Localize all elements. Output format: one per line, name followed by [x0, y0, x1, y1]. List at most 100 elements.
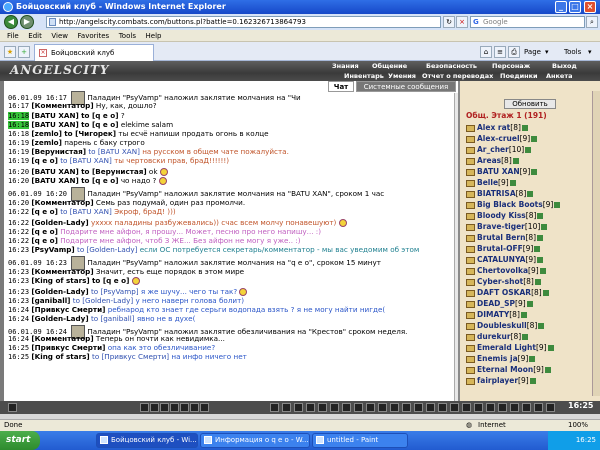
toolbar-action-icon[interactable] [306, 403, 315, 412]
message-time[interactable]: 16:22 [8, 228, 29, 236]
nav-exit[interactable]: Выход [552, 62, 577, 70]
task-ie-combats[interactable]: Бойцовский клуб - Wi... [96, 433, 198, 448]
player-name[interactable]: Areas [477, 156, 501, 165]
info-icon[interactable] [522, 334, 529, 340]
toolbar-action-icon[interactable] [474, 403, 483, 412]
message-time[interactable]: 16:17 [8, 102, 29, 110]
back-button[interactable]: ◀ [4, 15, 18, 29]
player-name[interactable]: Belle [477, 178, 498, 187]
info-icon[interactable] [539, 268, 546, 274]
toolbar-action-icon[interactable] [170, 403, 179, 412]
toolbar-action-icon[interactable] [160, 403, 169, 412]
message-recipient[interactable]: to [BATU XAN] [88, 147, 140, 156]
message-time[interactable]: 06.01.09 16:20 [8, 190, 67, 198]
player-name[interactable]: DIMATY [477, 310, 509, 319]
message-recipient[interactable]: to [Чигорек] [64, 129, 116, 138]
minimize-button[interactable]: _ [555, 1, 567, 13]
info-icon[interactable] [520, 312, 527, 318]
player-name[interactable]: Brave-tiger [477, 222, 525, 231]
message-time[interactable]: 16:23 [8, 297, 29, 305]
player-name[interactable]: DAFT OSKAR [477, 288, 531, 297]
menu-tools[interactable]: Tools [119, 30, 136, 42]
toolbar-action-icon[interactable] [366, 403, 375, 412]
player-name[interactable]: CATALUNYA [477, 255, 525, 264]
message-recipient[interactable]: to [q e o] [81, 120, 118, 129]
tab-combats[interactable]: × Бойцовский клуб [34, 44, 154, 61]
nav-battles[interactable]: Поединки [500, 72, 538, 80]
player-name[interactable]: durekur [477, 332, 511, 341]
message-recipient[interactable]: to [Golden-Lady] [77, 245, 137, 254]
message-author[interactable]: [zemlo] [31, 138, 62, 147]
message-time[interactable]: 16:20 [8, 168, 29, 176]
player-name[interactable]: BATU XAN [477, 167, 520, 176]
start-button[interactable]: start [0, 431, 40, 450]
message-time[interactable]: 16:24 [8, 335, 29, 343]
message-author[interactable]: [King of stars] [31, 276, 89, 285]
player-name[interactable]: Doubleskull [477, 321, 527, 330]
message-author[interactable]: [q e o] [31, 156, 58, 165]
toolbar-action-icon[interactable] [498, 403, 507, 412]
player-name[interactable]: Brutal Bern [477, 233, 525, 242]
tab-close-icon[interactable]: × [39, 49, 47, 57]
message-time[interactable]: 16:24 [8, 315, 29, 323]
print-icon[interactable]: ⎙ [508, 46, 520, 58]
add-favorite-icon[interactable]: + [18, 46, 30, 58]
player-name[interactable]: Alex-cruel [477, 134, 520, 143]
message-time[interactable]: 16:22 [8, 219, 29, 227]
menu-favorites[interactable]: Favorites [78, 30, 110, 42]
nav-character[interactable]: Персонаж [492, 62, 530, 70]
message-time[interactable]: 16:23 [8, 246, 29, 254]
menu-edit[interactable]: Edit [28, 30, 42, 42]
message-author[interactable]: [PsyVamp] [31, 245, 74, 254]
close-window-button[interactable]: × [584, 1, 596, 13]
message-time[interactable]: 16:19 [8, 139, 29, 147]
message-recipient[interactable]: to [q e o] [92, 276, 129, 285]
toolbar-action-icon[interactable] [414, 403, 423, 412]
message-recipient[interactable]: to [PsyVamp] [91, 287, 139, 296]
info-icon[interactable] [534, 246, 541, 252]
task-paint[interactable]: untitled - Paint [312, 433, 408, 448]
message-time[interactable]: 16:18 [8, 130, 29, 138]
message-recipient[interactable]: to [BATU XAN] [60, 156, 112, 165]
message-author[interactable]: [q e o] [31, 207, 58, 216]
toolbar-action-icon[interactable] [522, 403, 531, 412]
toolbar-action-icon[interactable] [180, 403, 189, 412]
home-icon[interactable]: ⌂ [480, 46, 492, 58]
message-time[interactable]: 16:24 [8, 306, 29, 314]
nav-communication[interactable]: Общение [372, 62, 407, 70]
toolbar-action-icon[interactable] [546, 403, 555, 412]
stop-icon[interactable]: × [456, 16, 468, 28]
toolbar-action-icon[interactable] [342, 403, 351, 412]
info-icon[interactable] [531, 136, 538, 142]
message-recipient[interactable]: to [Верунистая] [81, 167, 147, 176]
menu-help[interactable]: Help [146, 30, 162, 42]
nav-security[interactable]: Безопасность [426, 62, 477, 70]
message-author[interactable]: [zemlo] [31, 129, 62, 138]
message-time[interactable]: 16:20 [8, 177, 29, 185]
message-author[interactable]: [Привкус Смерти] [31, 343, 105, 352]
message-time[interactable]: 16:20 [8, 199, 29, 207]
toolbar-action-icon[interactable] [534, 403, 543, 412]
nav-profile[interactable]: Анкета [546, 72, 573, 80]
toolbar-action-icon[interactable] [8, 403, 17, 412]
message-time[interactable]: 16:19 [8, 148, 29, 156]
tab-chat[interactable]: Чат [328, 81, 354, 92]
page-menu[interactable]: Page [524, 46, 541, 58]
message-author[interactable]: [Golden-Lady] [31, 287, 88, 296]
toolbar-action-icon[interactable] [270, 403, 279, 412]
message-time[interactable]: 16:22 [8, 208, 29, 216]
info-icon[interactable] [542, 290, 549, 296]
toolbar-action-icon[interactable] [190, 403, 199, 412]
refresh-button[interactable]: Обновить [504, 99, 556, 109]
toolbar-action-icon[interactable] [402, 403, 411, 412]
player-name[interactable]: Cyber-shot [477, 277, 523, 286]
toolbar-action-icon[interactable] [330, 403, 339, 412]
player-name[interactable]: Enemis ja [477, 354, 518, 363]
nav-inventory[interactable]: Инвентарь [344, 72, 384, 80]
message-author[interactable]: [q e o] [31, 236, 58, 245]
panel-scrollbar[interactable] [592, 91, 600, 396]
message-time[interactable]: 16:22 [8, 237, 29, 245]
toolbar-action-icon[interactable] [150, 403, 159, 412]
message-time[interactable]: 16:19 [8, 157, 29, 165]
toolbar-action-icon[interactable] [294, 403, 303, 412]
